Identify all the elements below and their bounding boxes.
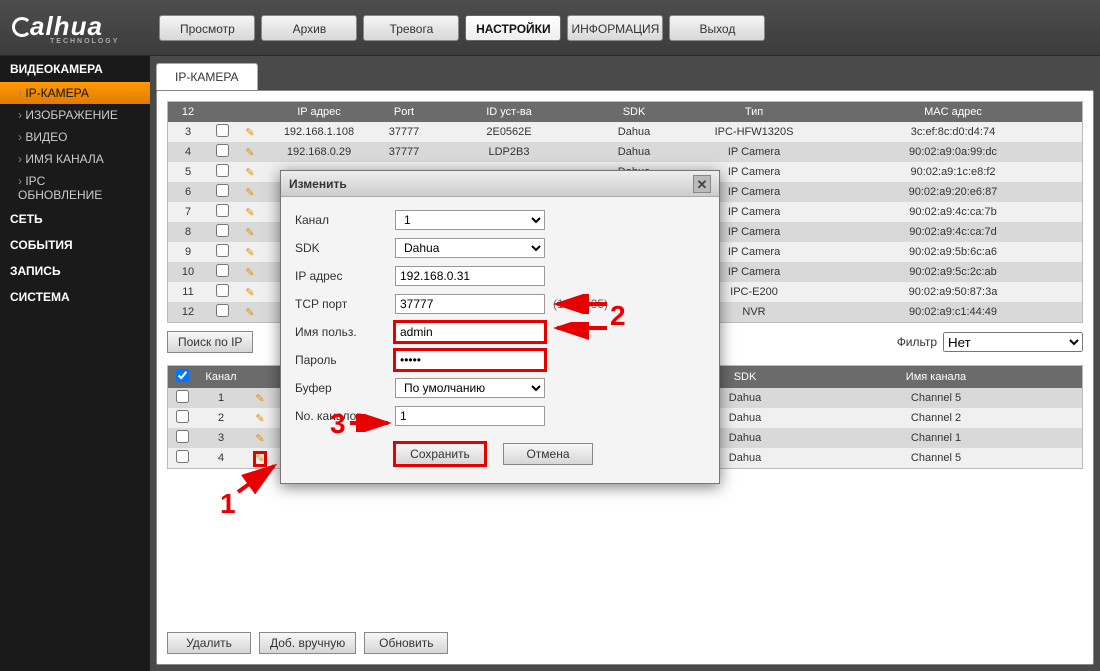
sidebar-item-video[interactable]: ВИДЕО [0, 126, 150, 148]
nav-archive[interactable]: Архив [261, 15, 357, 41]
nch-input[interactable] [395, 406, 545, 426]
pencil-icon[interactable]: ✎ [245, 167, 254, 179]
ip-input[interactable] [395, 266, 545, 286]
pencil-icon[interactable]: ✎ [255, 453, 264, 465]
buffer-select[interactable]: По умолчанию [395, 378, 545, 398]
pencil-icon[interactable]: ✎ [245, 287, 254, 299]
device-row[interactable]: 4✎192.168.0.2937777LDP2B3DahuaIP Camera9… [168, 142, 1082, 162]
top-nav: Просмотр Архив Тревога НАСТРОЙКИ ИНФОРМА… [159, 15, 765, 41]
device-row[interactable]: 3✎192.168.1.108377772E0562EDahuaIPC-HFW1… [168, 122, 1082, 142]
col-edit [236, 102, 264, 122]
add-manually-button[interactable]: Доб. вручную [259, 632, 356, 654]
refresh-button[interactable]: Обновить [364, 632, 448, 654]
sidebar: ВИДЕОКАМЕРА IP-КАМЕРА ИЗОБРАЖЕНИЕ ВИДЕО … [0, 56, 150, 671]
col-port: Port [374, 102, 434, 122]
row-checkbox[interactable] [176, 390, 189, 403]
sidebar-section-camera[interactable]: ВИДЕОКАМЕРА [0, 56, 150, 82]
cg-col-name: Имя канала [790, 366, 1082, 388]
top-bar: alhuaTECHNOLOGY Просмотр Архив Тревога Н… [0, 0, 1100, 56]
col-check [208, 102, 236, 122]
row-checkbox[interactable] [216, 284, 229, 297]
row-checkbox[interactable] [216, 204, 229, 217]
row-checkbox[interactable] [216, 124, 229, 137]
col-sdk: SDK [584, 102, 684, 122]
sidebar-item-ip-camera[interactable]: IP-КАМЕРА [0, 82, 150, 104]
row-checkbox[interactable] [216, 224, 229, 237]
pencil-icon[interactable]: ✎ [245, 227, 254, 239]
password-input[interactable] [395, 350, 545, 370]
row-checkbox[interactable] [216, 244, 229, 257]
cg-col-channel: Канал [196, 366, 246, 388]
row-checkbox[interactable] [216, 164, 229, 177]
modal-title: Изменить [289, 171, 347, 197]
row-checkbox[interactable] [176, 410, 189, 423]
cg-col-edit [246, 366, 274, 388]
edit-modal: Изменить ✕ Канал 1 SDK Dahua IP адрес TC… [280, 170, 720, 484]
pencil-icon[interactable]: ✎ [245, 267, 254, 279]
nav-preview[interactable]: Просмотр [159, 15, 255, 41]
pencil-icon[interactable]: ✎ [245, 127, 254, 139]
col-type: Тип [684, 102, 824, 122]
sidebar-section-network[interactable]: СЕТЬ [0, 206, 150, 232]
pencil-icon[interactable]: ✎ [255, 413, 264, 425]
nav-info[interactable]: ИНФОРМАЦИЯ [567, 15, 663, 41]
pencil-icon[interactable]: ✎ [245, 207, 254, 219]
pencil-icon[interactable]: ✎ [245, 247, 254, 259]
username-input[interactable] [395, 322, 545, 342]
tab-ip-camera[interactable]: IP-КАМЕРА [156, 63, 258, 90]
sidebar-item-ipc-update[interactable]: IPC ОБНОВЛЕНИЕ [0, 170, 150, 206]
col-id: ID уст-ва [434, 102, 584, 122]
row-checkbox[interactable] [216, 264, 229, 277]
sidebar-item-image[interactable]: ИЗОБРАЖЕНИЕ [0, 104, 150, 126]
cancel-button[interactable]: Отмена [503, 443, 593, 465]
tcp-label: TCP порт [295, 297, 395, 311]
buffer-label: Буфер [295, 381, 395, 395]
pencil-icon[interactable]: ✎ [245, 187, 254, 199]
pass-label: Пароль [295, 353, 395, 367]
row-checkbox[interactable] [216, 184, 229, 197]
nch-label: No. каналов [295, 409, 395, 423]
pencil-icon[interactable]: ✎ [245, 307, 254, 319]
delete-button[interactable]: Удалить [167, 632, 251, 654]
sidebar-section-record[interactable]: ЗАПИСЬ [0, 258, 150, 284]
channel-label: Канал [295, 213, 395, 227]
logo: alhuaTECHNOLOGY [12, 11, 119, 45]
ip-label: IP адрес [295, 269, 395, 283]
tcp-input[interactable] [395, 294, 545, 314]
sidebar-section-system[interactable]: СИСТЕМА [0, 284, 150, 310]
channel-select[interactable]: 1 [395, 210, 545, 230]
pencil-icon[interactable]: ✎ [245, 147, 254, 159]
user-label: Имя польз. [295, 325, 395, 339]
modal-close-button[interactable]: ✕ [693, 175, 711, 193]
sdk-select[interactable]: Dahua [395, 238, 545, 258]
row-checkbox[interactable] [176, 450, 189, 463]
tcp-range: (1~65535) [553, 297, 608, 311]
sidebar-section-events[interactable]: СОБЫТИЯ [0, 232, 150, 258]
save-button[interactable]: Сохранить [395, 443, 485, 465]
nav-alarm[interactable]: Тревога [363, 15, 459, 41]
filter-label: Фильтр [897, 335, 937, 349]
sdk-label: SDK [295, 241, 395, 255]
col-count: 12 [168, 102, 208, 122]
pencil-icon[interactable]: ✎ [255, 433, 264, 445]
filter-row: Фильтр Нет [897, 332, 1083, 352]
row-checkbox[interactable] [216, 144, 229, 157]
row-checkbox[interactable] [216, 304, 229, 317]
col-ip: IP адрес [264, 102, 374, 122]
nav-exit[interactable]: Выход [669, 15, 765, 41]
search-by-ip-button[interactable]: Поиск по IP [167, 331, 253, 353]
pencil-icon[interactable]: ✎ [255, 393, 264, 405]
cg-check-all[interactable] [168, 366, 196, 388]
row-checkbox[interactable] [176, 430, 189, 443]
col-mac: MAC адрес [824, 102, 1082, 122]
sidebar-item-channel-name[interactable]: ИМЯ КАНАЛА [0, 148, 150, 170]
filter-select[interactable]: Нет [943, 332, 1083, 352]
nav-settings[interactable]: НАСТРОЙКИ [465, 15, 561, 41]
